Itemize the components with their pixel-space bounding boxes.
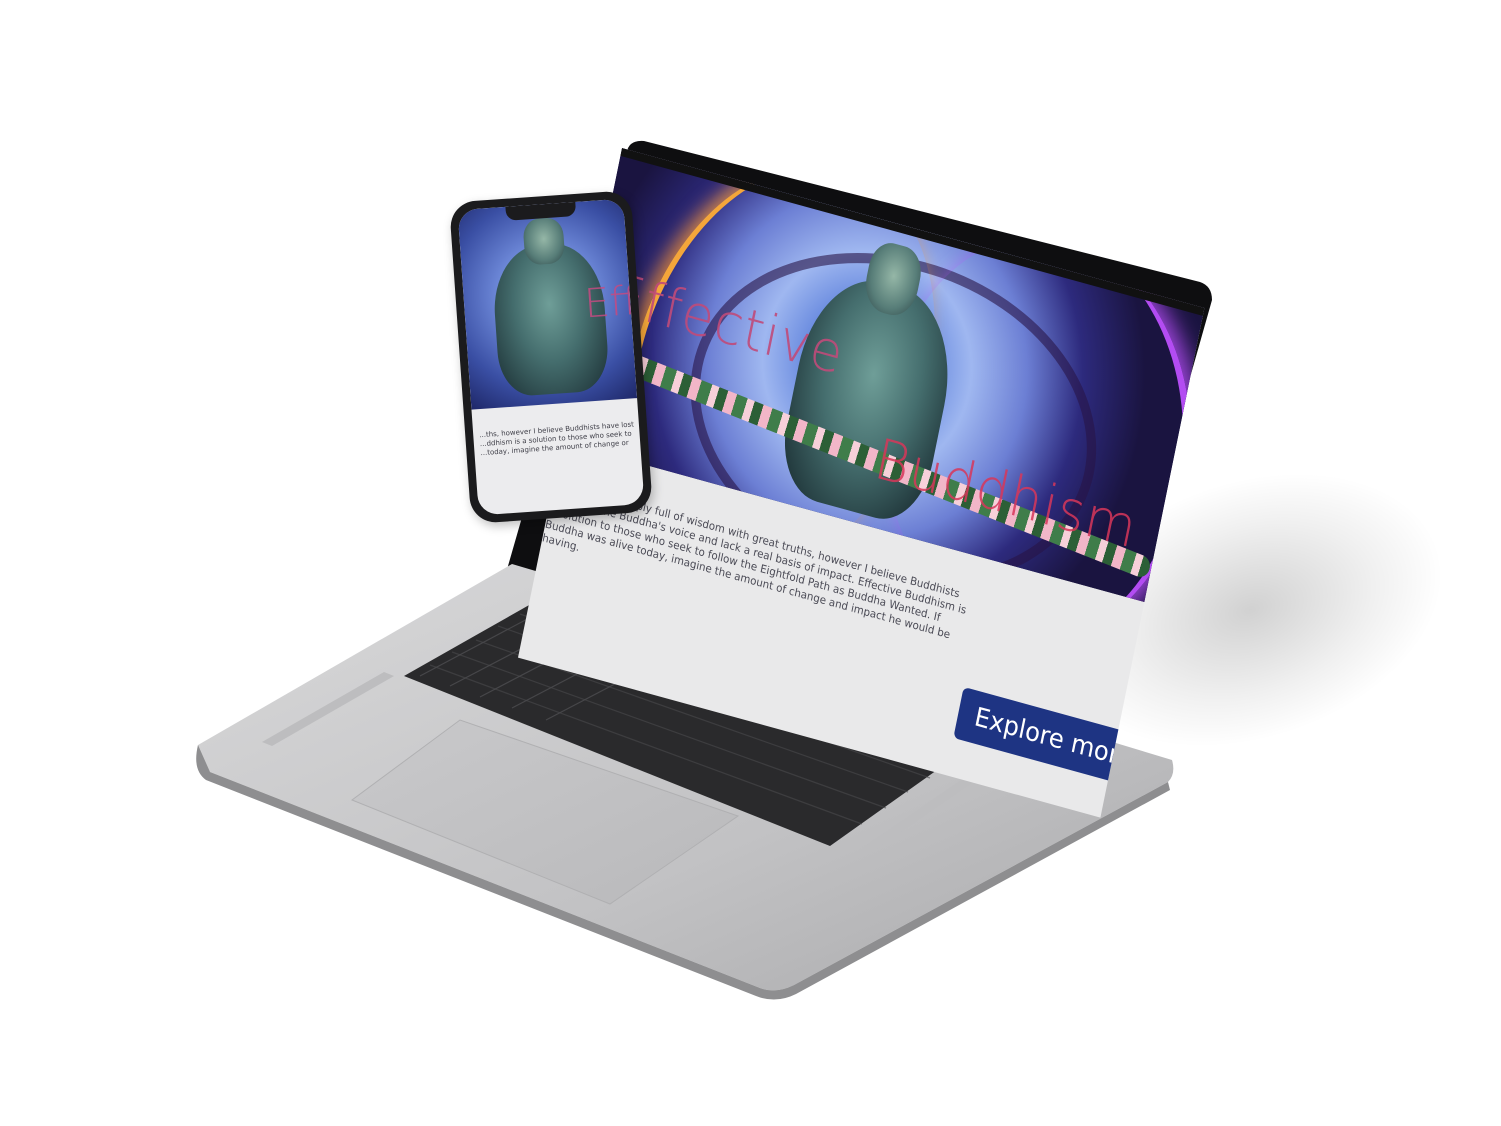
explore-more-button[interactable]: Explore more — [953, 686, 1137, 786]
phone-screen: Effective ...ths, however I believe Budd… — [457, 198, 645, 516]
phone-device: Effective ...ths, however I believe Budd… — [448, 190, 654, 524]
phone-hero-banner: Effective — [457, 198, 638, 410]
phone-intro-paragraph: ...ths, however I believe Buddhists have… — [479, 420, 635, 458]
laptop-screen: Effective Buddhism Buddhism is deeply fu… — [518, 148, 1210, 818]
phone-buddha-head — [522, 216, 566, 266]
